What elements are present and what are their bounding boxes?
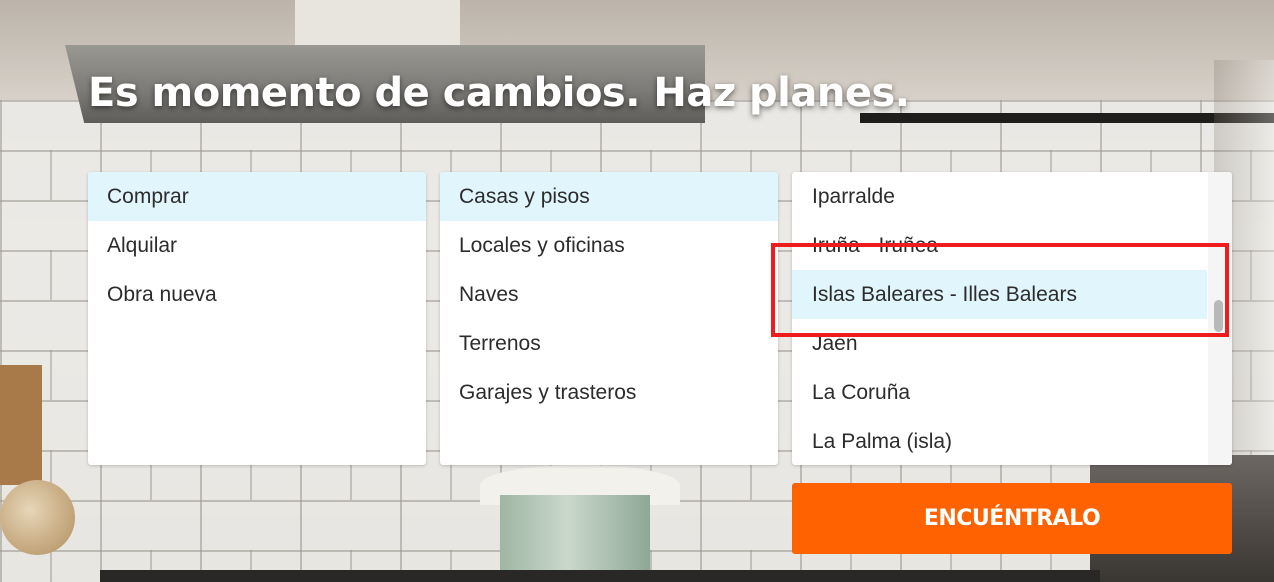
cutting-board <box>0 365 42 485</box>
option-jaen[interactable]: Jaén <box>792 319 1207 368</box>
property-type-listbox[interactable]: Casas y pisos Locales y oficinas Naves T… <box>440 172 778 465</box>
location-listbox[interactable]: Iparralde Iruña - Iruñea Islas Baleares … <box>792 172 1232 465</box>
option-iruna-irunea[interactable]: Iruña - Iruñea <box>792 221 1207 270</box>
location-scrollbar[interactable] <box>1208 172 1232 465</box>
option-alquilar[interactable]: Alquilar <box>88 221 426 270</box>
option-garajes-y-trasteros[interactable]: Garajes y trasteros <box>440 368 778 417</box>
option-la-coruna[interactable]: La Coruña <box>792 368 1207 417</box>
option-naves[interactable]: Naves <box>440 270 778 319</box>
location-options: Iparralde Iruña - Iruñea Islas Baleares … <box>792 172 1207 465</box>
hood-chimney <box>295 0 460 48</box>
operation-listbox[interactable]: Comprar Alquilar Obra nueva <box>88 172 426 465</box>
hero-headline: Es momento de cambios. Haz planes. <box>88 70 910 116</box>
option-obra-nueva[interactable]: Obra nueva <box>88 270 426 319</box>
search-button[interactable]: ENCUÉNTRALO <box>792 483 1232 554</box>
option-islas-baleares[interactable]: Islas Baleares - Illes Balears <box>792 270 1207 319</box>
kitchen-shelf <box>860 113 1274 123</box>
option-terrenos[interactable]: Terrenos <box>440 319 778 368</box>
onion <box>0 480 75 555</box>
option-locales-y-oficinas[interactable]: Locales y oficinas <box>440 221 778 270</box>
cooking-pot <box>500 495 650 582</box>
option-iparralde[interactable]: Iparralde <box>792 172 1207 221</box>
option-comprar[interactable]: Comprar <box>88 172 426 221</box>
option-casas-y-pisos[interactable]: Casas y pisos <box>440 172 778 221</box>
scrollbar-thumb[interactable] <box>1214 300 1223 332</box>
stove-edge <box>100 570 1100 582</box>
option-la-palma[interactable]: La Palma (isla) <box>792 417 1207 465</box>
